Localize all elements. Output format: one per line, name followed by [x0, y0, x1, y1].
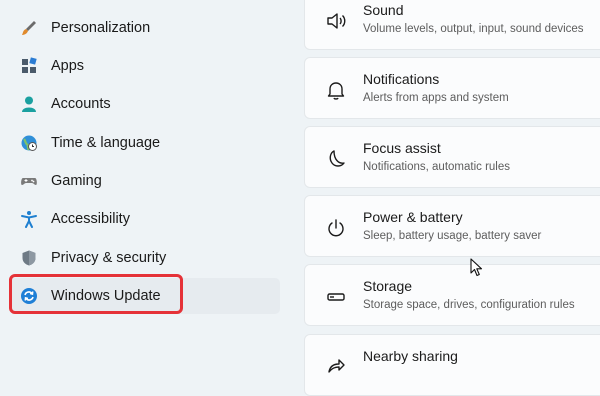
power-icon [325, 217, 347, 239]
card-title: Notifications [363, 71, 440, 87]
card-title: Storage [363, 278, 413, 294]
settings-content: Sound Volume levels, output, input, soun… [300, 0, 600, 396]
settings-card-sound[interactable]: Sound Volume levels, output, input, soun… [304, 0, 600, 50]
share-icon [325, 356, 347, 378]
accessibility-icon [20, 210, 38, 228]
sidebar-item-gaming[interactable]: Gaming [10, 163, 280, 199]
sidebar-item-label: Gaming [51, 173, 102, 189]
card-title: Focus assist [363, 140, 441, 156]
settings-card-nearby-sharing[interactable]: Nearby sharing [304, 334, 600, 396]
sidebar-item-apps[interactable]: Apps [10, 48, 280, 84]
moon-icon [325, 148, 347, 170]
sidebar-item-label: Personalization [51, 20, 151, 36]
card-subtitle: Volume levels, output, input, sound devi… [363, 23, 584, 35]
sidebar-item-label: Apps [51, 58, 85, 74]
speaker-icon [325, 10, 347, 32]
card-subtitle: Storage space, drives, configuration rul… [363, 299, 575, 311]
card-title: Nearby sharing [363, 348, 458, 364]
sidebar-item-personalization[interactable]: Personalization [10, 10, 280, 46]
settings-card-focus-assist[interactable]: Focus assist Notifications, automatic ru… [304, 126, 600, 188]
highlight-annotation [9, 274, 183, 314]
person-icon [20, 95, 38, 113]
card-subtitle: Notifications, automatic rules [363, 161, 511, 173]
card-title: Power & battery [363, 209, 463, 225]
card-subtitle: Sleep, battery usage, battery saver [363, 230, 542, 242]
settings-sidebar: Personalization Apps Accounts Time & lan… [0, 0, 300, 366]
sidebar-item-accessibility[interactable]: Accessibility [10, 201, 280, 237]
bell-icon [325, 79, 347, 101]
sidebar-item-label: Time & language [51, 135, 161, 151]
settings-card-power-battery[interactable]: Power & battery Sleep, battery usage, ba… [304, 195, 600, 257]
mouse-cursor-icon [470, 258, 484, 283]
globe-clock-icon [20, 134, 38, 152]
settings-card-notifications[interactable]: Notifications Alerts from apps and syste… [304, 57, 600, 119]
sidebar-item-accounts[interactable]: Accounts [10, 86, 280, 122]
shield-icon [20, 249, 38, 267]
settings-card-storage[interactable]: Storage Storage space, drives, configura… [304, 264, 600, 326]
card-subtitle: Alerts from apps and system [363, 92, 509, 104]
sidebar-item-privacy-security[interactable]: Privacy & security [10, 240, 280, 276]
card-title: Sound [363, 2, 404, 18]
sidebar-item-time-language[interactable]: Time & language [10, 125, 280, 161]
sidebar-item-label: Privacy & security [51, 250, 167, 266]
sidebar-item-label: Accounts [51, 96, 111, 112]
apps-icon [20, 57, 38, 75]
brush-icon [20, 19, 38, 37]
gamepad-icon [20, 172, 38, 190]
storage-icon [325, 286, 347, 308]
sidebar-item-label: Accessibility [51, 211, 130, 227]
